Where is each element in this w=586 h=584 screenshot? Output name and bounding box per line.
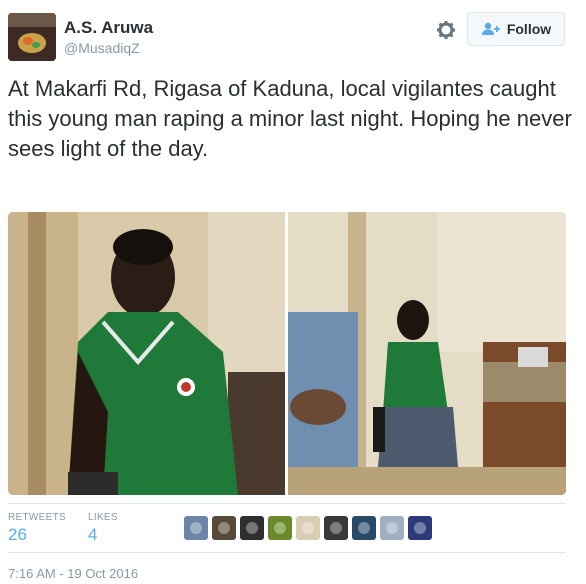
tweet-photo-1[interactable] — [8, 212, 285, 495]
add-user-icon — [481, 22, 500, 35]
retweets-count[interactable]: 26 — [8, 525, 27, 545]
liker-avatar-6[interactable] — [324, 516, 348, 540]
liker-avatar-2[interactable] — [212, 516, 236, 540]
follow-button[interactable]: Follow — [467, 12, 565, 46]
retweets-label: RETWEETS — [8, 512, 66, 523]
avatar-silhouette-icon — [330, 522, 342, 534]
avatar-silhouette-icon — [274, 522, 286, 534]
liker-avatar-8[interactable] — [380, 516, 404, 540]
tweet-text: At Makarfi Rd, Rigasa of Kaduna, local v… — [8, 76, 572, 161]
liker-avatar-7[interactable] — [352, 516, 376, 540]
avatar-silhouette-icon — [302, 522, 314, 534]
tweet-timestamp[interactable]: 7:16 AM - 19 Oct 2016 — [8, 566, 138, 581]
author-name[interactable]: A.S. Aruwa — [64, 18, 153, 38]
liker-avatar-5[interactable] — [296, 516, 320, 540]
author-handle[interactable]: @MusadiqZ — [64, 40, 140, 56]
likes-count[interactable]: 4 — [88, 525, 97, 545]
liker-avatar-4[interactable] — [268, 516, 292, 540]
gear-icon[interactable] — [436, 20, 456, 40]
liker-avatar-9[interactable] — [408, 516, 432, 540]
avatar-silhouette-icon — [246, 522, 258, 534]
avatar-silhouette-icon — [358, 522, 370, 534]
liker-avatar-1[interactable] — [184, 516, 208, 540]
stats-divider-top — [8, 503, 566, 504]
avatar-silhouette-icon — [218, 522, 230, 534]
avatar-silhouette-icon — [386, 522, 398, 534]
likers-avatars — [184, 516, 432, 540]
follow-label: Follow — [506, 21, 552, 37]
stats-divider-bottom — [8, 552, 566, 553]
author-avatar[interactable] — [8, 13, 56, 61]
tweet-photo-2[interactable] — [288, 212, 566, 495]
avatar-silhouette-icon — [190, 522, 202, 534]
tweet-media[interactable] — [8, 212, 566, 495]
likes-label: LIKES — [88, 512, 118, 523]
avatar-silhouette-icon — [414, 522, 426, 534]
liker-avatar-3[interactable] — [240, 516, 264, 540]
